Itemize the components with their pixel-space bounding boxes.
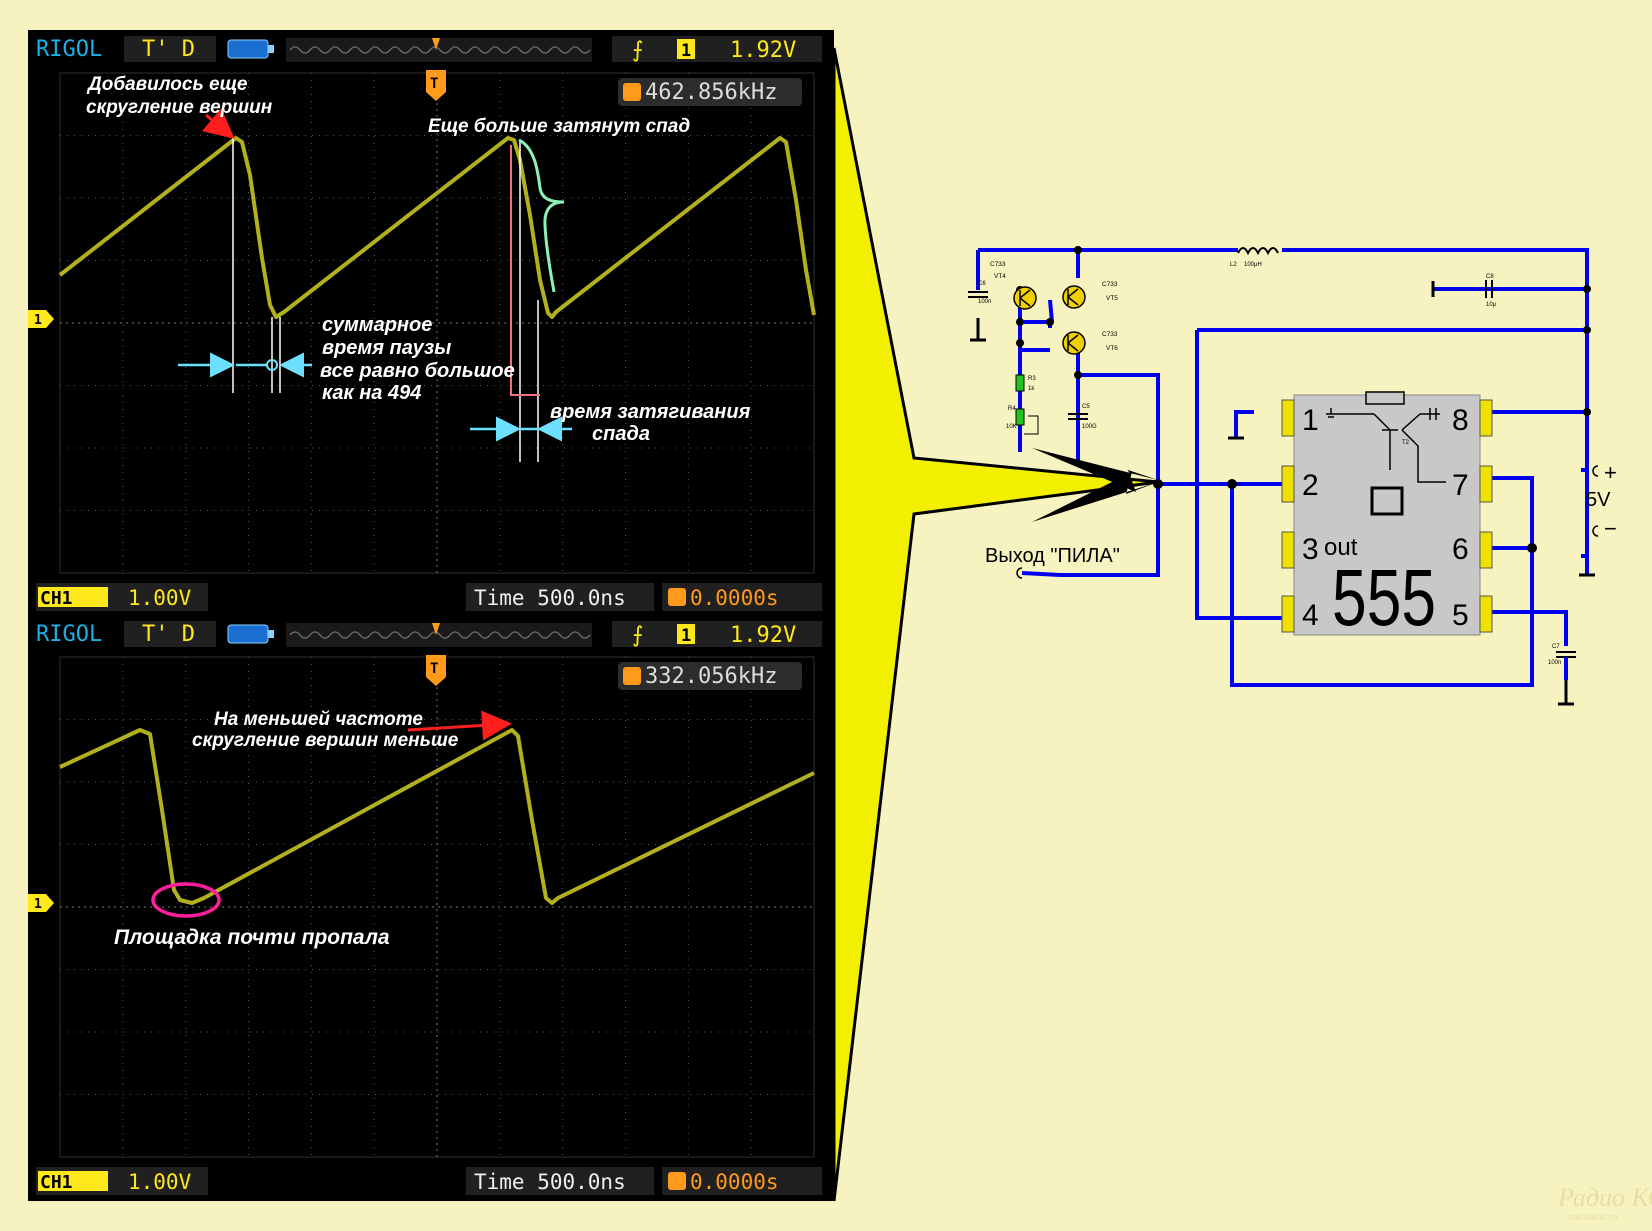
trigger-offset-bottom: 0.0000s — [690, 1170, 779, 1194]
annotation-pause-3: все равно большое — [320, 360, 515, 382]
supply-terminals: + 5V − — [1586, 460, 1617, 541]
svg-text:100μH: 100μH — [1244, 262, 1262, 268]
battery-icon — [227, 39, 274, 59]
svg-text:R4: R4 — [1008, 406, 1016, 412]
pin-6-label: 6 — [1452, 533, 1469, 566]
channel-label-top: CH1 — [40, 588, 73, 609]
channel-scale-bottom: 1.00V — [128, 1170, 192, 1194]
pin-7-label: 7 — [1452, 469, 1469, 502]
svg-text:VT5: VT5 — [1106, 295, 1118, 302]
svg-text:radiokot.ru: radiokot.ru — [1568, 1211, 1618, 1223]
svg-text:C733: C733 — [1102, 331, 1118, 338]
frequency-readout: 462.856kHz — [645, 80, 777, 105]
trigger-offset-top: 0.0000s — [690, 586, 779, 610]
svg-text:100n: 100n — [1548, 660, 1561, 666]
svg-text:1: 1 — [34, 897, 42, 912]
timebase-bottom: Time 500.0ns — [474, 1170, 626, 1194]
annotation-rounding-2: скругление вершин — [86, 97, 273, 118]
annotation-plateau: Площадка почти пропала — [114, 926, 390, 949]
transistor-vt6: C733 VT6 — [1062, 331, 1118, 355]
svg-text:T2: T2 — [1402, 440, 1410, 446]
supply-voltage: 5V — [1586, 489, 1611, 511]
output-label: Выход "ПИЛА" — [985, 545, 1120, 567]
svg-text:100n: 100n — [978, 299, 991, 305]
annotation-lowfreq-2: скругление вершин меньше — [192, 730, 459, 751]
svg-text:100G: 100G — [1082, 424, 1097, 430]
capacitor-c7: C7 100n — [1548, 644, 1576, 680]
trigger-edge-icon: ⨍ — [632, 622, 643, 647]
svg-text:10μ: 10μ — [1486, 302, 1497, 308]
pin-2-label: 2 — [1302, 469, 1319, 502]
scope-top: RIGOL T' D ⨍ 1 1.92V T 1 462.856kHz Доба… — [28, 30, 834, 615]
channel-label-bottom: CH1 — [40, 1172, 73, 1193]
figure: RIGOL T' D ⨍ 1 1.92V T 1 462.856kHz Доба… — [28, 30, 1652, 1223]
annotation-rounding-1: Добавилось еще — [86, 74, 248, 95]
svg-text:C6: C6 — [978, 281, 986, 287]
annotation-pause-1: суммарное — [322, 314, 432, 336]
trigger-voltage: 1.92V — [730, 38, 796, 63]
trigger-voltage: 1.92V — [730, 623, 796, 648]
svg-text:VT4: VT4 — [994, 273, 1006, 280]
pin-3-label: 3 — [1302, 533, 1319, 566]
transistor-vt5: C733 VT5 — [1062, 281, 1118, 309]
run-status: T' D — [142, 622, 195, 647]
svg-text:T: T — [430, 76, 438, 92]
pin-4-label: 4 — [1302, 599, 1319, 632]
svg-text:C5: C5 — [1082, 404, 1090, 410]
battery-icon — [227, 624, 274, 644]
trigger-channel: 1 — [681, 626, 691, 646]
annotation-pause-4: как на 494 — [322, 382, 421, 404]
annotation-pause-2: время паузы — [322, 337, 451, 359]
svg-text:T: T — [430, 661, 438, 677]
transistor-vt4: C733 VT4 — [990, 261, 1037, 310]
svg-text:C733: C733 — [990, 261, 1006, 268]
trigger-edge-icon: ⨍ — [632, 37, 643, 62]
capacitor-c5: C5 100G — [1068, 404, 1097, 430]
supply-plus: + — [1604, 460, 1617, 485]
capacitor-c6: C6 100n — [968, 281, 991, 305]
svg-text:10K: 10K — [1006, 424, 1017, 430]
trigger-channel: 1 — [681, 41, 691, 61]
svg-text:1: 1 — [34, 313, 42, 328]
svg-text:R3: R3 — [1028, 376, 1036, 382]
channel-scale-top: 1.00V — [128, 586, 192, 610]
pin-5-label: 5 — [1452, 599, 1469, 632]
pointer-wedge — [832, 47, 1159, 1202]
pin-8-label: 8 — [1452, 404, 1469, 437]
resistor-r3: R3 1k — [1015, 374, 1036, 392]
ic-label: 555 — [1332, 554, 1436, 643]
scope-bottom: RIGOL T' D ⨍ 1 1.92V T 1 332.056kHz На м… — [28, 615, 834, 1201]
frequency-readout: 332.056kHz — [645, 664, 777, 689]
svg-text:Радио КОТ: Радио КОТ — [1557, 1183, 1652, 1212]
run-status: T' D — [142, 37, 195, 62]
memory-bar — [286, 623, 592, 647]
brand-label: RIGOL — [36, 622, 102, 647]
annotation-decay: Еще больше затянут спад — [428, 116, 690, 137]
annotation-fall-1: время затягивания — [550, 401, 751, 423]
svg-text:VT6: VT6 — [1106, 345, 1118, 352]
pin-1-label: 1 — [1302, 404, 1319, 437]
watermark: Радио КОТ radiokot.ru — [1557, 1183, 1652, 1223]
svg-text:C733: C733 — [1102, 281, 1118, 288]
timebase-top: Time 500.0ns — [474, 586, 626, 610]
memory-bar — [286, 38, 592, 62]
annotation-lowfreq-1: На меньшей частоте — [214, 709, 423, 730]
svg-text:C8: C8 — [1486, 274, 1494, 280]
svg-text:L2: L2 — [1230, 262, 1237, 268]
brand-label: RIGOL — [36, 37, 102, 62]
supply-minus: − — [1604, 516, 1617, 541]
svg-text:1k: 1k — [1028, 386, 1035, 392]
svg-text:C7: C7 — [1552, 644, 1560, 650]
ic-555: 1 2 3 4 5 6 7 8 out 555 T2 — [1281, 391, 1493, 643]
annotation-fall-2: спада — [592, 423, 650, 445]
